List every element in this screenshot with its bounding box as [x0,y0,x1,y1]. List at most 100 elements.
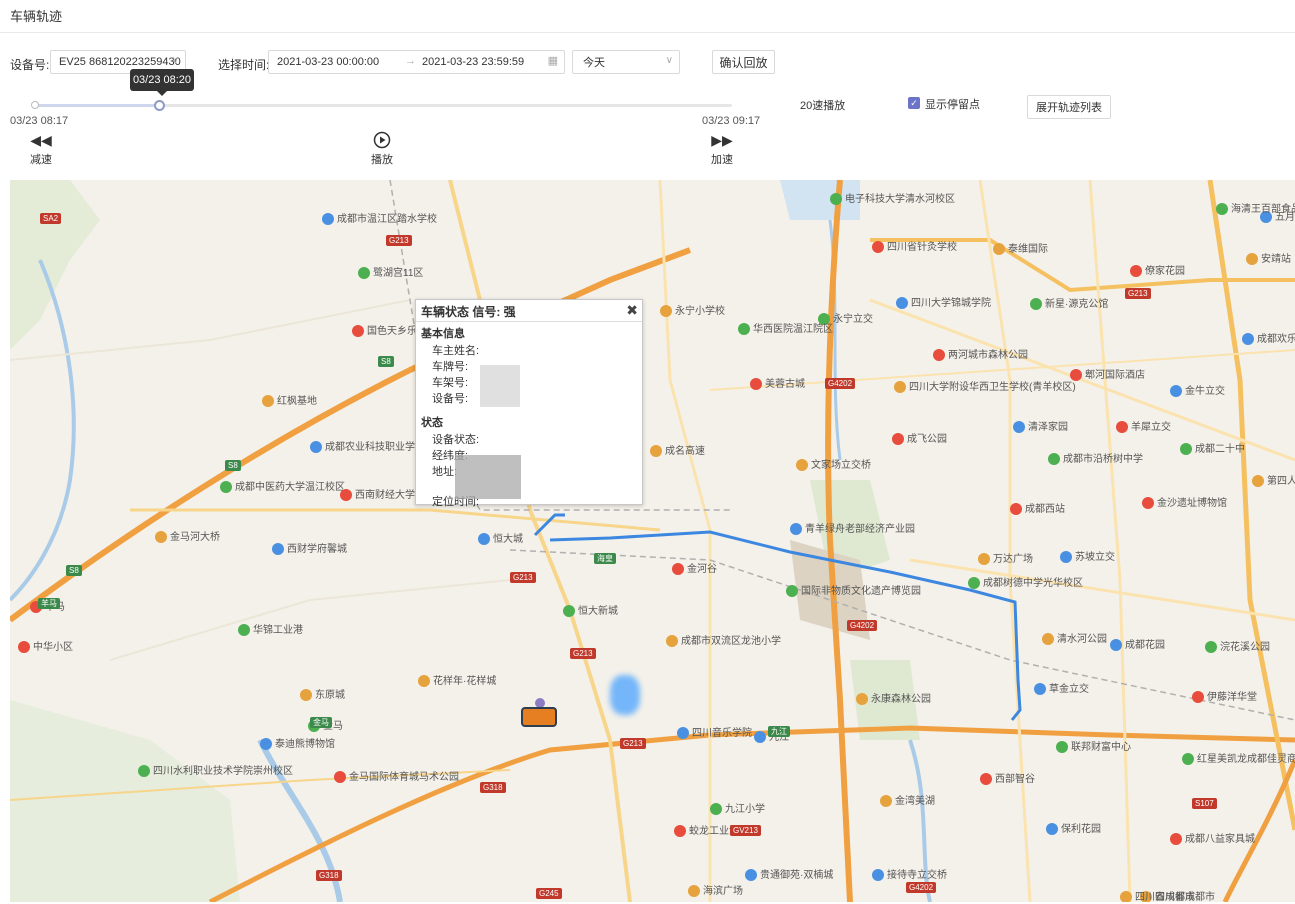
poi-name: 中华小区 [33,642,73,653]
map-poi-label: 永康森林公园 [856,690,931,706]
map-poi-label: 红星美凯龙成都佳灵商场 [1182,750,1295,766]
fast-forward-icon: ▶▶ [711,132,733,148]
poi-icon [138,765,150,778]
poi-icon [1013,421,1025,434]
road-shield: G4202 [825,378,856,389]
map-poi-label: 新星·源克公馆 [1030,295,1108,311]
map-poi-label: 金牛立交 [1170,382,1225,398]
slider-handle[interactable] [153,100,165,111]
poi-name: 四川省针灸学校 [887,242,957,253]
speed-text: 20速播放 [800,100,846,112]
map-poi-label: 安靖站 [1246,250,1291,266]
poi-icon [980,773,992,786]
poi-name: 金河谷 [687,564,717,575]
poi-name: 美蓉古城 [765,379,805,390]
poi-icon [1060,551,1072,564]
blurred-marker [610,675,640,715]
slow-down-control[interactable]: ◀◀ 减速 [30,131,52,167]
poi-icon [1116,421,1128,434]
map-poi-label: 中华小区 [18,638,73,654]
poi-name: 接待寺立交桥 [887,870,947,881]
poi-name: 花样年·花样城 [433,676,497,687]
poi-name: 成都树德中学光华校区 [983,578,1083,589]
poi-icon [1130,265,1142,278]
map-poi-label: 金河谷 [672,560,717,576]
poi-name: 国际非物质文化遗产博览园 [801,586,921,597]
expand-list-button[interactable]: 展开轨迹列表 [1027,95,1111,119]
chevron-down-icon: ∨ [665,55,673,66]
frame-label: 车架号: [432,377,469,389]
poi-name: 永康森林公园 [871,694,931,705]
road-shield: G213 [570,648,596,659]
quick-range-select[interactable]: 今天 ∨ [572,50,680,74]
poi-icon [650,445,662,458]
chevron-down-icon: ∨ [171,55,179,66]
poi-name: 四川水利职业技术学院崇州校区 [153,766,293,777]
poi-name: 四川大学附设华西卫生学校(青羊校区) [909,382,1076,393]
end-time-input[interactable]: 2021-03-23 23:59:59 [422,56,524,68]
map-poi-label: 泰迪熊博物馆 [260,735,335,751]
poi-icon [1170,833,1182,846]
map-poi-label: 四川省成都市 [1120,888,1195,902]
map-canvas[interactable]: 成都市温江区踏水学校 鹭湖宫11区 国色天乡乐园 红枫基地 成都农业科技职业学院 成都中医… [10,180,1295,902]
poi-name: 僚家花园 [1145,266,1185,277]
map-poi-label: 东原城 [300,686,345,702]
poi-name: 羊犀立交 [1131,422,1171,433]
map-poi-label: 电子科技大学清水河校区 [830,190,955,206]
poi-name: 金马国际体育城马术公园 [349,772,459,783]
poi-name: 红枫基地 [277,396,317,407]
poi-name: 西部智谷 [995,774,1035,785]
poi-icon [892,433,904,446]
start-time-input[interactable]: 2021-03-23 00:00:00 [277,56,379,68]
poi-icon [968,577,980,590]
map-poi-label: 保利花园 [1046,820,1101,836]
poi-icon [155,531,167,544]
map-poi-label: 成都市沿桥树中学 [1048,450,1143,466]
map-poi-label: 成名高速 [650,442,705,458]
poi-icon [340,489,352,502]
map-poi-label: 万达广场 [978,550,1033,566]
map-poi-label: 成都西站 [1010,500,1065,516]
poi-icon [754,731,766,744]
owner-name-label: 车主姓名: [432,345,480,357]
poi-name: 四川省成都市 [1135,892,1195,902]
poi-name: 成都花园 [1125,640,1165,651]
poi-name: 成都欢乐谷 [1257,334,1295,345]
calendar-icon: ▦ [547,55,558,67]
map-poi-label: 浣花溪公园 [1205,638,1270,654]
poi-icon [796,459,808,472]
poi-icon [418,675,430,688]
road-shield: G4202 [906,882,937,893]
time-label: 选择时间: [218,58,270,72]
poi-icon [1182,753,1194,766]
poi-icon [1010,503,1022,516]
slow-label: 减速 [30,154,52,166]
playback-slider[interactable] [34,104,732,107]
road-shield: S8 [66,565,82,576]
road-shield: G213 [1125,288,1151,299]
close-icon[interactable]: ✖ [626,302,638,319]
show-stops-checkbox[interactable]: ✓ [908,97,920,109]
map-poi-label: 成都欢乐谷 [1242,330,1295,346]
poi-icon [1192,691,1204,704]
date-range-picker[interactable]: 2021-03-23 00:00:00 → 2021-03-23 23:59:5… [268,50,565,74]
poi-name: 永宁小学校 [675,306,725,317]
map-poi-label: 成都中医药大学温江校区 [220,478,345,494]
quick-range-value: 今天 [583,57,605,69]
poi-icon [738,323,750,336]
map-poi-label: 四川大学附设华西卫生学校(青羊校区) [894,378,1076,394]
poi-name: 海清王百部食品物流园区 [1231,204,1295,215]
title-divider [0,32,1295,33]
poi-name: 第四人民医院 [1267,476,1295,487]
poi-name: 恒大新城 [578,606,618,617]
speed-up-control[interactable]: ▶▶ 加速 [711,131,733,167]
road-shield: 金马 [310,717,332,728]
poi-icon [1246,253,1258,266]
poi-name: 成都八益家具城 [1185,834,1255,845]
confirm-playback-button[interactable]: 确认回放 [712,50,775,74]
poi-icon [933,349,945,362]
road-shield: G4202 [847,620,878,631]
play-control[interactable]: 播放 [371,131,393,167]
vehicle-marker[interactable] [521,707,557,727]
road-shield: 九江 [768,726,790,737]
